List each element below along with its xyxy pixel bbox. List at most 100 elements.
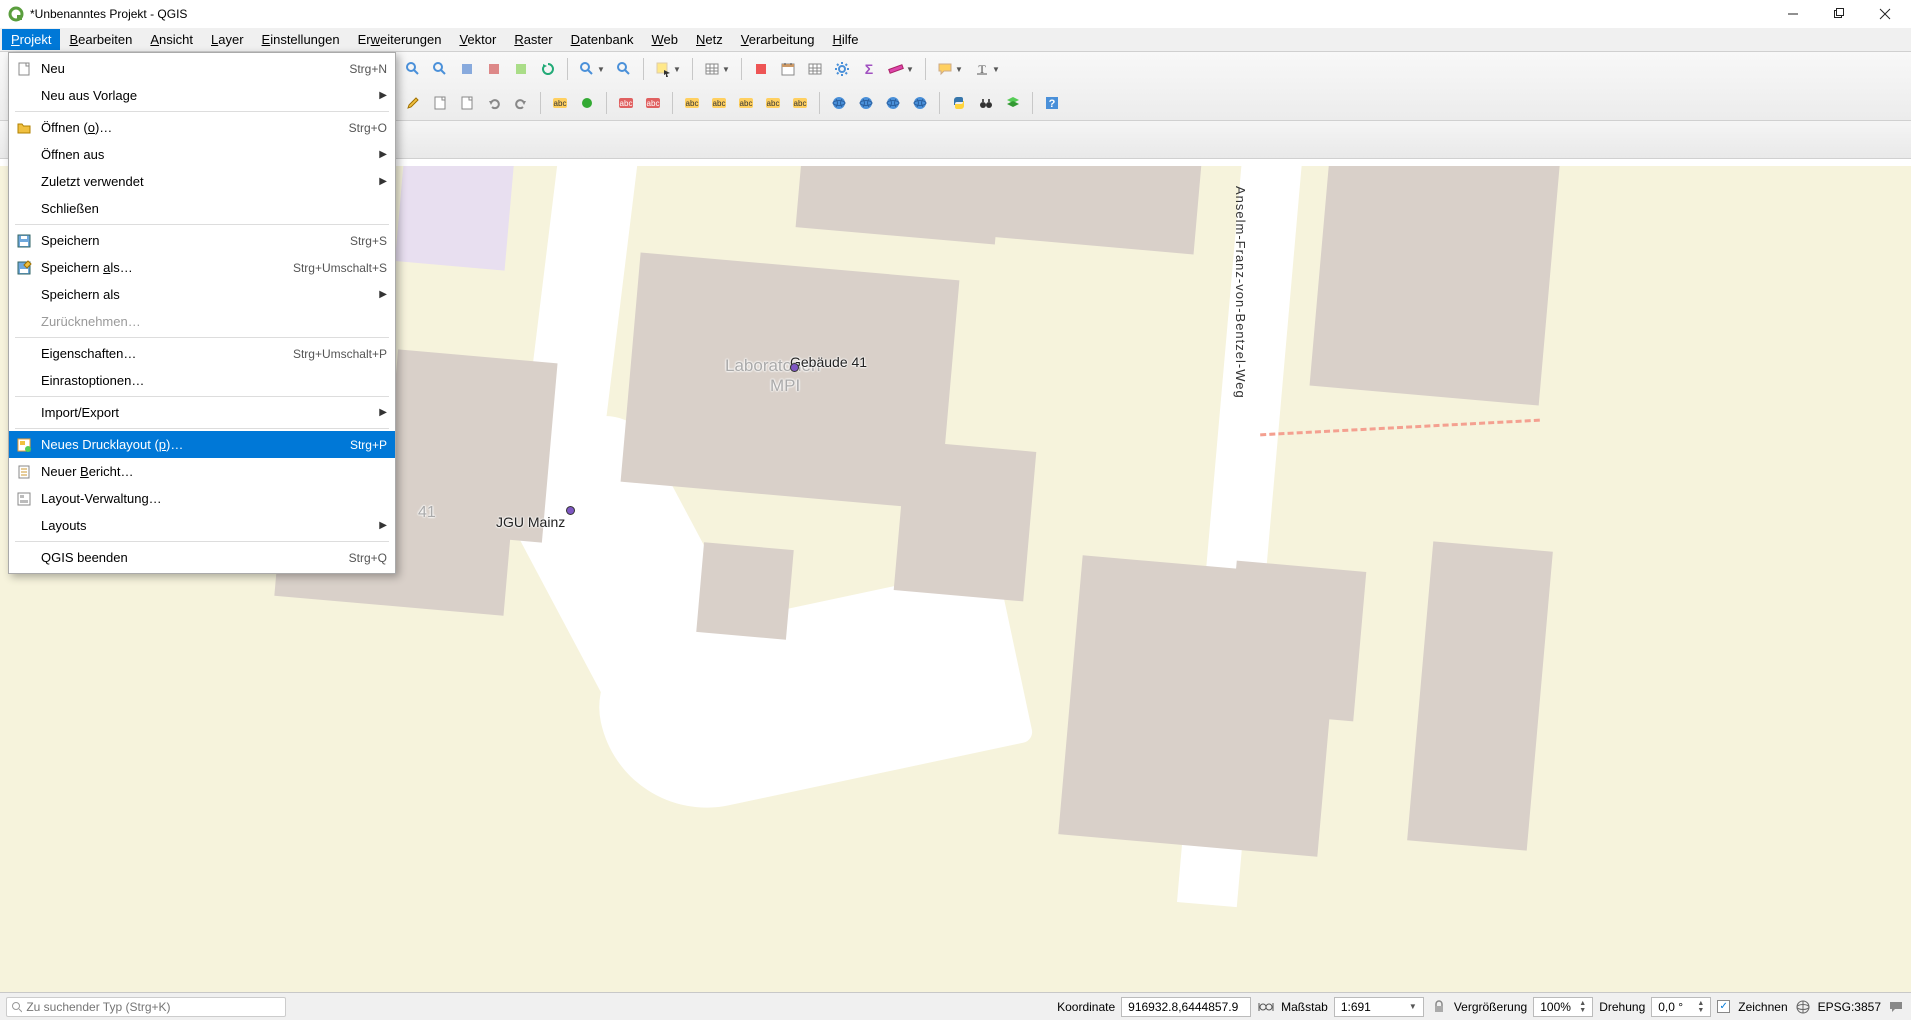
messages-icon[interactable] (1887, 998, 1905, 1016)
toolbar-layers-button[interactable] (1001, 91, 1025, 115)
menu-erweiterungen[interactable]: Erweiterungen (349, 29, 451, 50)
menu-item-layout-verwaltung[interactable]: Layout-Verwaltung… (9, 485, 395, 512)
menu-raster[interactable]: Raster (505, 29, 561, 50)
toolbar-dot-button[interactable] (575, 91, 599, 115)
menu-item-import-export[interactable]: Import/Export▶ (9, 399, 395, 426)
menu-item-speichern-als[interactable]: Speichern als▶ (9, 281, 395, 308)
scale-field[interactable]: 1:691▼ (1334, 997, 1424, 1017)
toolbar-label-y-button[interactable]: abc (734, 91, 758, 115)
maximize-button[interactable] (1825, 4, 1853, 24)
magnifier-label: Vergrößerung (1454, 1000, 1527, 1014)
toolbar-file-button[interactable] (455, 91, 479, 115)
minimize-button[interactable] (1779, 4, 1807, 24)
menu-item-neues-drucklayout-p[interactable]: Neues Drucklayout (p)…Strg+P (9, 431, 395, 458)
toolbar-rect-button[interactable] (749, 57, 773, 81)
qgis-app-icon (8, 6, 24, 22)
toolbar-label-y-button[interactable]: abc (761, 91, 785, 115)
toolbar-zoom-button[interactable] (401, 57, 425, 81)
toolbar-globe-button[interactable] (908, 91, 932, 115)
menu-web[interactable]: Web (643, 29, 688, 50)
menu-ansicht[interactable]: Ansicht (141, 29, 202, 50)
toolbar-speech-button[interactable]: ▼ (933, 57, 967, 81)
menu-item-neu-aus-vorlage[interactable]: Neu aus Vorlage▶ (9, 82, 395, 109)
toolbar-globe-button[interactable] (827, 91, 851, 115)
toolbar-sigma-button[interactable]: Σ (857, 57, 881, 81)
menu-hilfe[interactable]: Hilfe (824, 29, 868, 50)
toolbar-table-button[interactable]: ▼ (700, 57, 734, 81)
projekt-dropdown: NeuStrg+NNeu aus Vorlage▶ Öffnen (o)…Strg… (8, 52, 396, 574)
toolbar-gear-button[interactable] (830, 57, 854, 81)
menu-item-zuletzt-verwendet[interactable]: Zuletzt verwendet▶ (9, 168, 395, 195)
save-icon (13, 232, 35, 250)
menu-layer[interactable]: Layer (202, 29, 253, 50)
menu-accel: Strg+S (350, 234, 387, 248)
svg-text:abc: abc (740, 99, 753, 108)
menu-item-layouts[interactable]: Layouts▶ (9, 512, 395, 539)
toolbar-label-y-button[interactable]: abc (788, 91, 812, 115)
menu-einstellungen[interactable]: Einstellungen (253, 29, 349, 50)
close-button[interactable] (1871, 4, 1899, 24)
toolbar-zoom-button[interactable] (428, 57, 452, 81)
toolbar-globe-button[interactable] (881, 91, 905, 115)
toolbar-python-button[interactable] (947, 91, 971, 115)
locator-search-input[interactable] (26, 1000, 281, 1014)
menu-bearbeiten[interactable]: Bearbeiten (60, 29, 141, 50)
toolbar-label-y-button[interactable]: abc (680, 91, 704, 115)
toolbar-label-r-button[interactable]: abc (641, 91, 665, 115)
menu-verarbeitung[interactable]: Verarbeitung (732, 29, 824, 50)
toolbar-table-button[interactable] (803, 57, 827, 81)
menu-item-ffnen-o[interactable]: Öffnen (o)…Strg+O (9, 114, 395, 141)
menu-item-speichern[interactable]: SpeichernStrg+S (9, 227, 395, 254)
menu-projekt[interactable]: Projekt (2, 29, 60, 50)
extents-icon[interactable] (1257, 998, 1275, 1016)
coord-field[interactable]: 916932.8,6444857.9 (1121, 997, 1251, 1017)
toolbar-redo-button[interactable] (509, 91, 533, 115)
toolbar-file-button[interactable] (428, 91, 452, 115)
toolbar-label-r-button[interactable]: abc (614, 91, 638, 115)
map-building (796, 166, 1005, 245)
menu-item-neuer-bericht[interactable]: Neuer Bericht… (9, 458, 395, 485)
menu-datenbank[interactable]: Datenbank (562, 29, 643, 50)
rotation-label: Drehung (1599, 1000, 1645, 1014)
menu-item-ffnen-aus[interactable]: Öffnen aus▶ (9, 141, 395, 168)
toolbar-pencil-button[interactable] (401, 91, 425, 115)
render-checkbox[interactable]: ✓ (1717, 1000, 1730, 1013)
toolbar-refresh-button[interactable] (536, 57, 560, 81)
toolbar-globe-button[interactable] (854, 91, 878, 115)
toolbar-label-y-button[interactable]: abc (548, 91, 572, 115)
menu-vektor[interactable]: Vektor (450, 29, 505, 50)
toolbar-label-y-button[interactable]: abc (707, 91, 731, 115)
menu-item-speichern-als[interactable]: Speichern als…Strg+Umschalt+S (9, 254, 395, 281)
toolbar-ruler-button[interactable]: ▼ (884, 57, 918, 81)
toolbar-select-y-button[interactable]: ▼ (651, 57, 685, 81)
menu-item-eigenschaften[interactable]: Eigenschaften…Strg+Umschalt+P (9, 340, 395, 367)
menu-netz[interactable]: Netz (687, 29, 732, 50)
toolbar-binoc-button[interactable] (974, 91, 998, 115)
toolbar-rect-button[interactable] (482, 57, 506, 81)
toolbar-zoom-button[interactable] (612, 57, 636, 81)
locator-search[interactable] (6, 997, 286, 1017)
toolbar-rect-button[interactable] (509, 57, 533, 81)
toolbar-calendar-button[interactable] (776, 57, 800, 81)
lock-scale-icon[interactable] (1430, 998, 1448, 1016)
titlebar: *Unbenanntes Projekt - QGIS (0, 0, 1911, 28)
crs-code[interactable]: EPSG:3857 (1818, 1000, 1881, 1014)
menu-item-schlie-en[interactable]: Schließen (9, 195, 395, 222)
crs-icon[interactable] (1794, 998, 1812, 1016)
svg-text:abc: abc (554, 99, 567, 108)
map-dashed-line (1260, 419, 1540, 437)
menu-item-label: Zurücknehmen… (41, 314, 387, 329)
svg-text:abc: abc (686, 99, 699, 108)
toolbar-rect-button[interactable] (455, 57, 479, 81)
menu-item-neu[interactable]: NeuStrg+N (9, 55, 395, 82)
toolbar-undo-button[interactable] (482, 91, 506, 115)
toolbar-zoom-button[interactable]: ▼ (575, 57, 609, 81)
magnifier-field[interactable]: 100%▲▼ (1533, 997, 1593, 1017)
rotation-field[interactable]: 0,0 °▲▼ (1651, 997, 1711, 1017)
menu-item-qgis-beenden[interactable]: QGIS beendenStrg+Q (9, 544, 395, 571)
toolbar-text-button[interactable]: T▼ (970, 57, 1004, 81)
blank-icon (13, 549, 35, 567)
toolbar-help-button[interactable]: ? (1040, 91, 1064, 115)
menu-item-einrastoptionen[interactable]: Einrastoptionen… (9, 367, 395, 394)
menu-item-label: Speichern als… (41, 260, 263, 275)
